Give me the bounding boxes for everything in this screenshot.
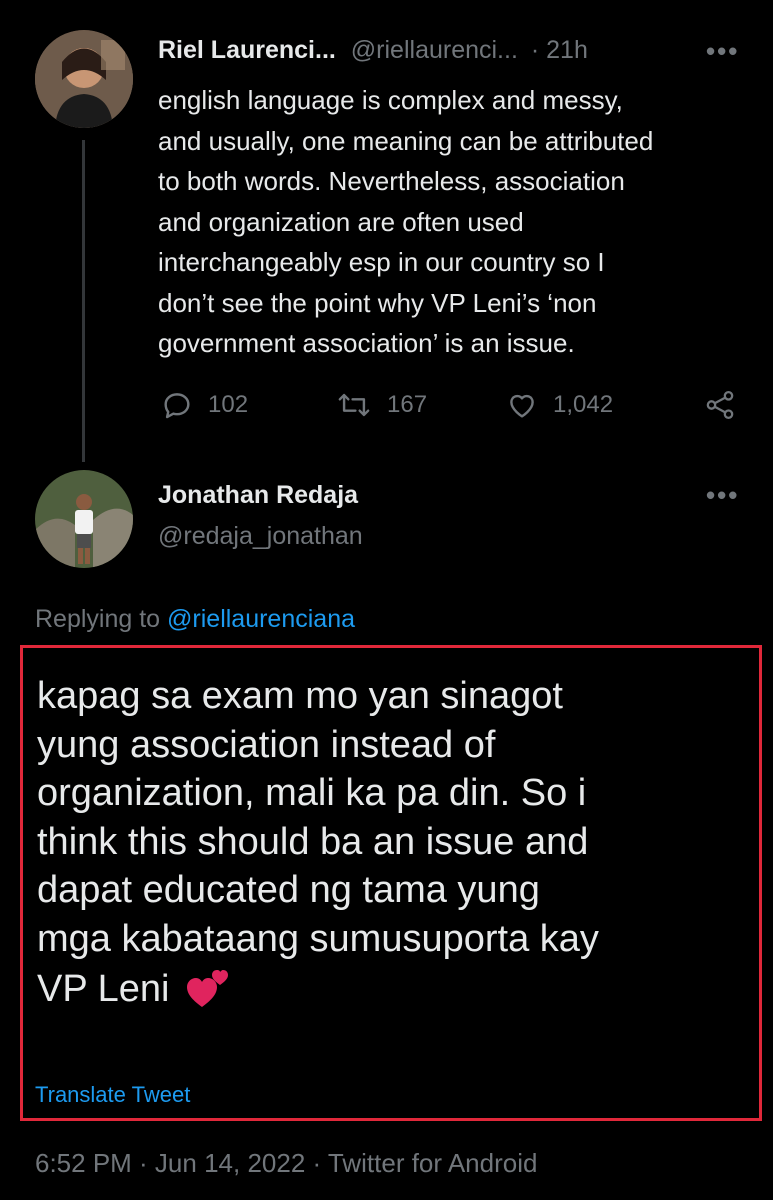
reply-line: mga kabataang sumusuporta kay — [37, 917, 599, 960]
heart-icon — [510, 394, 534, 418]
avatar[interactable] — [35, 30, 133, 128]
translate-tweet-link[interactable]: Translate Tweet — [35, 1082, 190, 1108]
thread-line — [82, 140, 85, 462]
handle[interactable]: @redaja_jonathan — [158, 522, 363, 551]
avatar[interactable] — [35, 470, 133, 568]
like-button[interactable]: 1,042 — [505, 388, 613, 422]
replying-to: Replying to @riellaurenciana — [35, 605, 355, 634]
tweet-header: Riel Laurenci... @riellaurenci... · 21h — [158, 36, 758, 70]
display-name[interactable]: Jonathan Redaja — [158, 481, 358, 510]
tweet-line: english language is complex and messy, — [158, 85, 623, 115]
reply-line: kapag sa exam mo yan sinagot — [37, 675, 563, 717]
reply-count: 102 — [208, 391, 249, 418]
avatar-photo — [35, 30, 133, 128]
like-count: 1,042 — [553, 391, 614, 418]
reply-line: VP Leni — [37, 963, 757, 1014]
retweet-icon — [338, 393, 370, 417]
reply-icon — [164, 393, 190, 419]
tweet-line: interchangeably esp in our country so I — [158, 247, 605, 277]
share-icon — [706, 390, 734, 420]
reply-line-text: VP Leni — [37, 968, 170, 1010]
tweet-line: and usually, one meaning can be attribut… — [158, 125, 654, 156]
reply-line: dapat educated ng tama yung — [37, 869, 540, 911]
tweet-line: to both words. Nevertheless, association — [158, 166, 625, 196]
share-button[interactable] — [703, 388, 751, 422]
more-options-icon[interactable]: ••• — [706, 36, 739, 67]
tweet-timestamp: 6:52 PM · Jun 14, 2022 · Twitter for And… — [35, 1148, 538, 1178]
retweet-button[interactable]: 167 — [335, 388, 427, 422]
reply-text: kapag sa exam mo yan sinagot yung associ… — [37, 672, 757, 1014]
reply-line: organization, mali ka pa din. So i — [37, 772, 587, 814]
retweet-count: 167 — [387, 391, 428, 418]
tweet-text: english language is complex and messy, a… — [158, 80, 758, 364]
handle[interactable]: @riellaurenci... — [351, 36, 518, 64]
timestamp[interactable]: · 21h — [531, 36, 588, 64]
display-name[interactable]: Riel Laurenci... — [158, 36, 336, 64]
tweet-line: don’t see the point why VP Leni’s ‘non — [158, 287, 597, 318]
tweet-line: and organization are often used — [158, 206, 524, 237]
reply-line: think this should ba an issue and — [37, 820, 589, 863]
avatar-photo — [35, 470, 133, 568]
tweet-line: government association’ is an issue. — [158, 328, 575, 358]
reply-line: yung association instead of — [37, 723, 496, 766]
more-options-icon[interactable]: ••• — [706, 480, 739, 511]
replying-to-handle[interactable]: @riellaurenciana — [167, 605, 355, 633]
two-hearts-icon — [186, 970, 228, 1007]
reply-button[interactable]: 102 — [160, 388, 248, 422]
replying-to-label: Replying to — [35, 605, 161, 633]
